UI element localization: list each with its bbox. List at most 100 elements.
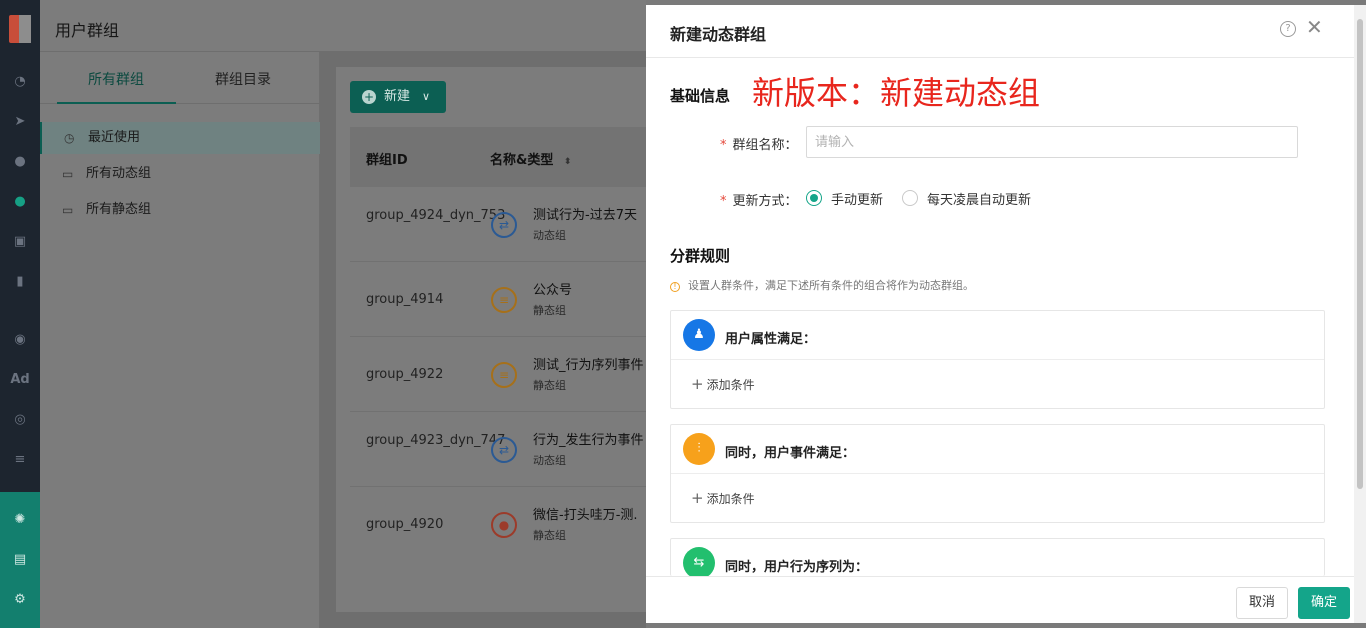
plus-icon: + <box>691 375 704 393</box>
group-type: 静态组 <box>533 529 566 542</box>
sync-icon: ⇄ <box>491 212 517 238</box>
group-id: group_4923_dyn_747 <box>366 433 506 448</box>
table-row[interactable]: group_4922 ≡ 测试_行为序列事件 静态组 <box>350 337 646 412</box>
rules-hint: ! 设置人群条件，满足下述所有条件的组合将作为动态群组。 <box>670 277 974 293</box>
user-icon[interactable]: ● <box>10 152 30 172</box>
gear-icon[interactable]: ⚙ <box>10 590 30 610</box>
subnav-item-label: 所有动态组 <box>86 166 152 181</box>
scrollbar-thumb[interactable] <box>1357 19 1363 489</box>
subnav-item-label: 最近使用 <box>88 130 141 145</box>
group-name-input[interactable] <box>806 126 1298 158</box>
plus-icon: + <box>362 90 376 104</box>
confirm-button[interactable]: 确定 <box>1298 587 1350 619</box>
chevron-down-icon: ∨ <box>422 90 431 103</box>
group-type: 动态组 <box>533 454 566 467</box>
table-header: 群组ID 名称&类型 ⬍ <box>350 127 646 187</box>
subnav-item-static[interactable]: ▭ 所有静态组 <box>40 194 320 226</box>
table-row[interactable]: group_4914 ≡ 公众号 静态组 <box>350 262 646 337</box>
help-icon[interactable]: ? <box>1280 21 1296 37</box>
group-name-label: * 群组名称： <box>720 134 798 153</box>
group-id: group_4914 <box>366 292 444 307</box>
page-header: 用户群组 <box>40 0 646 52</box>
radio-manual-update-label[interactable]: 手动更新 <box>831 189 883 208</box>
ad-icon[interactable]: Ad <box>10 370 30 390</box>
table-row[interactable]: group_4920 ● 微信-打头哇万-测. 静态组 <box>350 487 646 562</box>
column-header-id: 群组ID <box>366 153 408 168</box>
info-icon: ! <box>670 282 680 292</box>
page-scrollbar[interactable] <box>1354 5 1366 623</box>
group-subnav: 所有群组 群组目录 ◷ 最近使用 ▭ 所有动态组 ▭ 所有静态组 <box>40 52 320 628</box>
drawer-header: 新建动态群组 ? ✕ <box>646 5 1354 58</box>
rule-title: 同时，用户行为序列为： <box>725 560 869 575</box>
cancel-button[interactable]: 取消 <box>1236 587 1288 619</box>
send-icon[interactable]: ➤ <box>10 112 30 132</box>
icon-rail: ◔ ➤ ● ● ▣ ▮ ◉ Ad ◎ ≡ ✺ ▤ ⚙ <box>0 0 40 628</box>
subnav-tabs: 所有群组 群组目录 <box>40 52 320 104</box>
rule-header: ♟ 用户属性满足： <box>671 311 1324 360</box>
tab-group-directory[interactable]: 群组目录 <box>215 69 271 89</box>
sort-icon[interactable]: ⬍ <box>564 157 572 167</box>
group-id: group_4922 <box>366 367 444 382</box>
group-type: 静态组 <box>533 304 566 317</box>
table-row[interactable]: group_4924_dyn_753 ⇄ 测试行为-过去7天 动态组 <box>350 187 646 262</box>
required-mark: * <box>720 194 727 209</box>
basic-info-heading: 基础信息 <box>670 87 731 105</box>
drawer-title: 新建动态群组 <box>670 25 767 44</box>
version-annotation: 新版本：新建动态组 <box>752 74 1041 112</box>
list-icon: ≡ <box>491 287 517 313</box>
page-title: 用户群组 <box>55 21 120 40</box>
tab-all-groups[interactable]: 所有群组 <box>88 69 144 89</box>
team-hub-icon[interactable]: ✺ <box>10 510 30 530</box>
rule-header: ⫶ 同时，用户事件满足： <box>671 425 1324 474</box>
sync-icon: ⇄ <box>491 437 517 463</box>
plus-icon: + <box>691 489 704 507</box>
group-name: 公众号 <box>533 283 573 298</box>
drawer-footer: 取消 确定 <box>646 576 1354 623</box>
group-type: 静态组 <box>533 379 566 392</box>
radio-daily-auto-update[interactable] <box>902 190 918 206</box>
required-mark: * <box>720 138 727 153</box>
server-icon[interactable]: ▤ <box>10 550 30 570</box>
subnav-item-recent[interactable]: ◷ 最近使用 <box>40 122 320 154</box>
target-icon[interactable]: ◎ <box>10 410 30 430</box>
rule-title: 用户属性满足： <box>725 332 817 347</box>
wechat-icon[interactable]: ◉ <box>10 330 30 350</box>
table-row[interactable]: group_4923_dyn_747 ⇄ 行为_发生行为事件 动态组 <box>350 412 646 487</box>
group-name: 测试行为-过去7天 <box>533 208 637 223</box>
new-button-label: 新建 <box>384 89 411 104</box>
user-attr-icon: ♟ <box>683 319 715 351</box>
users-icon[interactable]: ● <box>10 192 30 212</box>
group-type: 动态组 <box>533 229 566 242</box>
list-icon: ≡ <box>491 362 517 388</box>
rule-user-events: ⫶ 同时，用户事件满足： + 添加条件 <box>670 424 1325 523</box>
group-list-card: + 新建 ∨ 群组ID 名称&类型 ⬍ group_4924_dyn_753 ⇄… <box>336 67 646 612</box>
dashboard-icon[interactable]: ◔ <box>10 72 30 92</box>
folder-icon: ▭ <box>62 203 74 217</box>
add-condition-button[interactable]: + 添加条件 <box>691 375 755 393</box>
rule-behavior-sequence: ⇆ 同时，用户行为序列为： <box>670 538 1325 576</box>
app-logo <box>9 15 31 43</box>
event-icon: ⫶ <box>683 433 715 465</box>
active-tab-indicator <box>57 102 176 104</box>
main-content: + 新建 ∨ 群组ID 名称&类型 ⬍ group_4924_dyn_753 ⇄… <box>320 52 646 628</box>
folder-icon: ▭ <box>62 167 74 181</box>
rules-heading: 分群规则 <box>670 247 731 265</box>
rule-title: 同时，用户事件满足： <box>725 446 856 461</box>
rules-hint-text: 设置人群条件，满足下述所有条件的组合将作为动态群组。 <box>688 279 974 292</box>
rule-user-attributes: ♟ 用户属性满足： + 添加条件 <box>670 310 1325 409</box>
group-name-label-text: 群组名称： <box>732 138 798 153</box>
list-icon[interactable]: ≡ <box>10 450 30 470</box>
person-icon: ● <box>491 512 517 538</box>
subnav-item-dynamic[interactable]: ▭ 所有动态组 <box>40 158 320 190</box>
subnav-item-label: 所有静态组 <box>86 202 152 217</box>
new-group-button[interactable]: + 新建 ∨ <box>350 81 446 113</box>
radio-daily-auto-update-label[interactable]: 每天凌晨自动更新 <box>927 189 1031 208</box>
close-icon[interactable]: ✕ <box>1306 17 1323 37</box>
column-header-name-type[interactable]: 名称&类型 ⬍ <box>490 149 571 168</box>
add-condition-button[interactable]: + 添加条件 <box>691 489 755 507</box>
group-name: 微信-打头哇万-测. <box>533 508 638 523</box>
sequence-icon: ⇆ <box>683 547 715 576</box>
contact-card-icon[interactable]: ▣ <box>10 232 30 252</box>
radio-manual-update[interactable] <box>806 190 822 206</box>
bar-chart-icon[interactable]: ▮ <box>10 272 30 292</box>
